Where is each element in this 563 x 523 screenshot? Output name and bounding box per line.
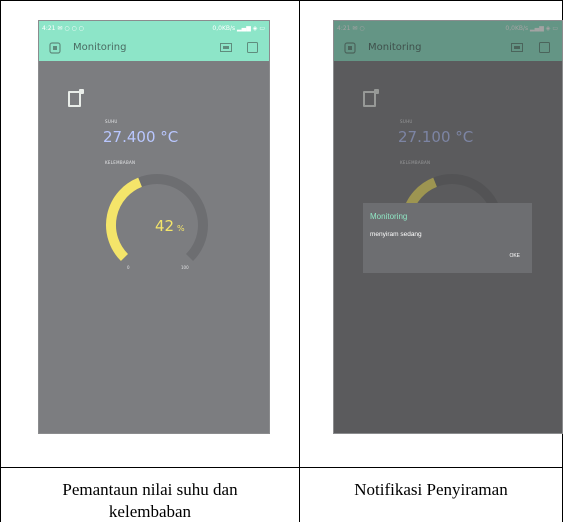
gauge-min: 0: [127, 265, 130, 270]
square-menu-icon[interactable]: [247, 42, 258, 53]
notification-dialog: Monitoring menyiram sedang OKE: [363, 203, 532, 273]
battery-widget-icon[interactable]: [220, 43, 232, 53]
temp-label: SUHU: [105, 119, 118, 124]
dialog-title: Monitoring: [370, 212, 408, 221]
caption-left: Pemantaun nilai suhu dan kelembaban: [1, 479, 299, 523]
table-divider-horizontal: [0, 467, 563, 468]
gauge-unit: %: [177, 224, 185, 233]
caption-left-line1: Pemantaun nilai suhu dan: [62, 480, 238, 499]
phone-screen-monitoring: 4:21 ✉ ○ ○ ○ 0,0KB/s ▂▄▆ ◈ ▭ Monitoring …: [38, 20, 270, 434]
humidity-gauge: 42 % 0 100: [106, 174, 208, 270]
status-bar: 4:21 ✉ ○ ○ ○ 0,0KB/s ▂▄▆ ◈ ▭: [39, 21, 269, 35]
caption-left-line2: kelembaban: [108, 502, 192, 521]
temp-value: 27.400 °C: [103, 128, 179, 146]
status-left: 4:21 ✉ ○ ○ ○: [42, 25, 84, 32]
tablet-icon[interactable]: [68, 89, 84, 107]
device-icon[interactable]: [49, 42, 61, 54]
caption-right: Notifikasi Penyiraman: [354, 480, 508, 499]
gauge-fill: [106, 177, 143, 262]
dialog-message: menyiram sedang: [370, 231, 422, 238]
figure-table: 4:21 ✉ ○ ○ ○ 0,0KB/s ▂▄▆ ◈ ▭ Monitoring …: [0, 0, 563, 522]
gauge-value: 42: [155, 217, 174, 235]
phone-screen-notification: 4:21 ✉ ○ 0,0KB/s ▂▄▆ ◈ ▭ Monitoring SUHU…: [333, 20, 563, 434]
table-border-top: [0, 0, 563, 1]
table-divider-vertical: [299, 0, 300, 522]
ok-button[interactable]: OKE: [509, 253, 520, 259]
app-bar: Monitoring: [39, 35, 269, 61]
gauge-max: 100: [181, 265, 189, 270]
status-right: 0,0KB/s ▂▄▆ ◈ ▭: [212, 25, 265, 32]
table-border-left: [0, 0, 1, 522]
app-title: Monitoring: [73, 42, 127, 53]
